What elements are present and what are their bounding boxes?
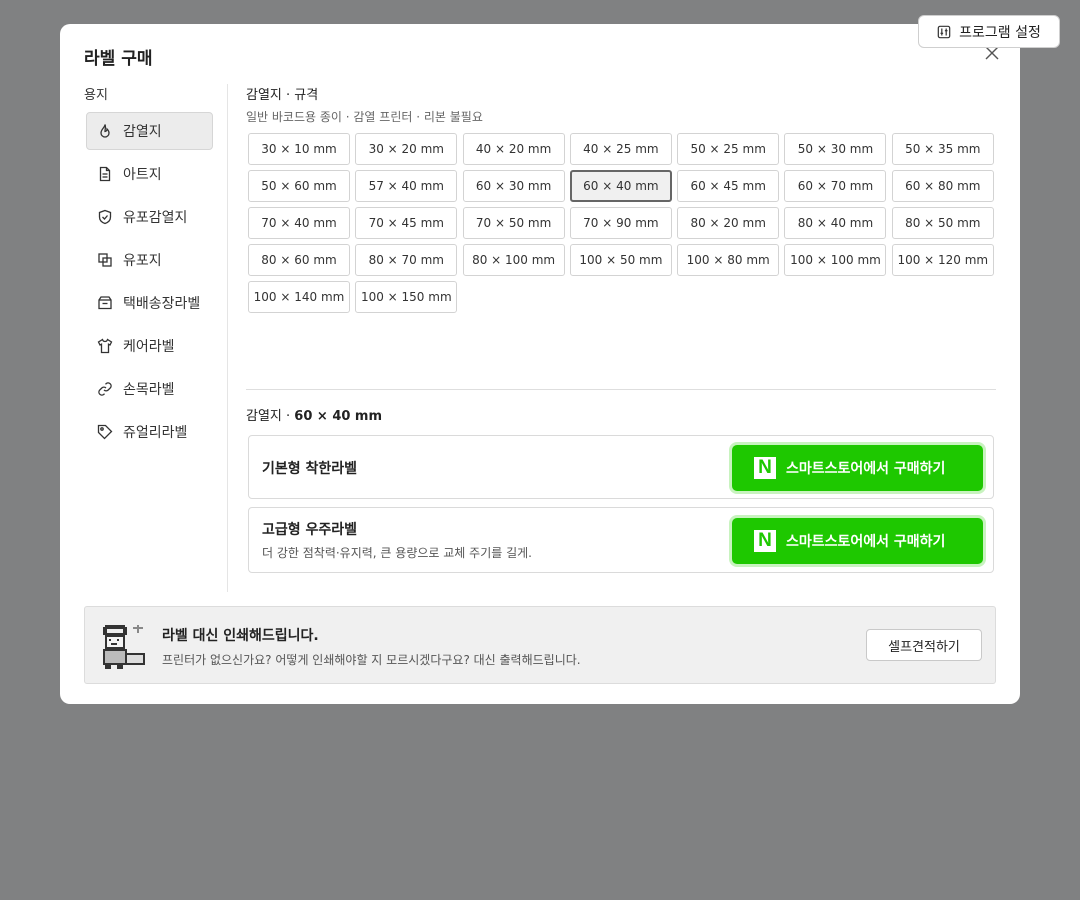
- buy-button-label: 스마트스토어에서 구매하기: [786, 534, 946, 550]
- paper-type-sidebar: 용지 감열지 아트지 유포감열지 유포지 택배송장라벨 케어라벨 손목라벨 쥬얼…: [84, 84, 228, 592]
- product-card-basic: 기본형 착한라벨 N 스마트스토어에서 구매하기: [248, 435, 994, 499]
- sidebar-item-jewelry-label[interactable]: 쥬얼리라벨: [86, 413, 213, 451]
- size-option-button[interactable]: 100 × 150 mm: [355, 281, 458, 313]
- size-option-button[interactable]: 60 × 80 mm: [891, 170, 994, 202]
- sidebar-heading: 용지: [84, 88, 108, 103]
- main-content: 감열지 · 규격 일반 바코드용 종이 · 감열 프린터 · 리본 불필요 30…: [246, 84, 996, 573]
- size-option-button[interactable]: 50 × 35 mm: [891, 133, 994, 165]
- shield-icon: [98, 209, 112, 225]
- naver-logo-icon: N: [754, 530, 776, 552]
- sidebar-item-label: 아트지: [123, 167, 162, 183]
- size-option-button[interactable]: 70 × 40 mm: [248, 207, 350, 239]
- size-option-button[interactable]: 50 × 25 mm: [677, 133, 780, 165]
- size-option-button[interactable]: 60 × 30 mm: [462, 170, 565, 202]
- size-option-button[interactable]: 100 × 100 mm: [784, 244, 887, 276]
- size-option-button[interactable]: 100 × 80 mm: [677, 244, 780, 276]
- size-option-button[interactable]: 40 × 20 mm: [462, 133, 565, 165]
- smartstore-buy-button[interactable]: N 스마트스토어에서 구매하기: [732, 445, 983, 491]
- print-service-description: 프린터가 없으신가요? 어떻게 인쇄해야할 지 모르시겠다구요? 대신 출력해드…: [162, 653, 581, 667]
- sidebar-item-label: 유포지: [123, 253, 162, 269]
- smartstore-buy-button[interactable]: N 스마트스토어에서 구매하기: [732, 518, 983, 564]
- label-purchase-modal: 라벨 구매 용지 감열지 아트지 유포감열지 유포지 택배송장라벨 케어라벨 손…: [60, 24, 1020, 704]
- sidebar-item-art-paper[interactable]: 아트지: [86, 155, 213, 193]
- sidebar-item-yupo-thermal[interactable]: 유포감열지: [86, 198, 213, 236]
- selection-paper-prefix: 감열지 ·: [246, 409, 295, 424]
- specs-title: 감열지 · 규격: [246, 88, 319, 103]
- divider: [246, 389, 996, 390]
- printer-mascot-icon: [103, 625, 145, 669]
- program-settings-button[interactable]: 프로그램 설정: [918, 15, 1060, 48]
- selection-title: 감열지 · 60 × 40 mm: [246, 405, 382, 424]
- print-service-banner: 라벨 대신 인쇄해드립니다. 프린터가 없으신가요? 어떻게 인쇄해야할 지 모…: [84, 606, 996, 684]
- sidebar-item-thermal[interactable]: 감열지: [86, 112, 213, 150]
- size-option-button[interactable]: 80 × 40 mm: [784, 207, 887, 239]
- tag-icon: [97, 424, 113, 440]
- link-icon: [98, 382, 112, 396]
- modal-title: 라벨 구매: [84, 49, 153, 69]
- size-option-button[interactable]: 57 × 40 mm: [355, 170, 458, 202]
- sidebar-item-label: 케어라벨: [123, 339, 175, 355]
- size-option-button[interactable]: 100 × 120 mm: [891, 244, 994, 276]
- self-quote-button[interactable]: 셀프견적하기: [866, 629, 982, 661]
- size-option-button[interactable]: 50 × 30 mm: [784, 133, 887, 165]
- box-icon: [98, 296, 112, 310]
- size-option-button[interactable]: 80 × 100 mm: [462, 244, 565, 276]
- size-option-button[interactable]: 100 × 50 mm: [569, 244, 672, 276]
- size-option-button[interactable]: 80 × 50 mm: [891, 207, 994, 239]
- size-option-button[interactable]: 40 × 25 mm: [569, 133, 672, 165]
- sidebar-item-label: 손목라벨: [123, 382, 175, 398]
- naver-logo-icon: N: [754, 457, 776, 479]
- product-name: 고급형 우주라벨: [262, 522, 358, 538]
- sidebar-item-label: 택배송장라벨: [123, 296, 201, 312]
- shirt-icon: [97, 338, 113, 354]
- size-option-button[interactable]: 60 × 70 mm: [784, 170, 887, 202]
- sidebar-item-care-label[interactable]: 케어라벨: [86, 327, 213, 365]
- flame-icon: [100, 124, 110, 138]
- specs-subtitle: 일반 바코드용 종이 · 감열 프린터 · 리본 불필요: [246, 110, 483, 124]
- size-option-button[interactable]: 80 × 60 mm: [248, 244, 350, 276]
- selection-size: 60 × 40 mm: [294, 409, 383, 424]
- sidebar-item-shipping-label[interactable]: 택배송장라벨: [86, 284, 213, 322]
- document-icon: [99, 166, 111, 182]
- product-card-premium: 고급형 우주라벨 더 강한 점착력·유지력, 큰 용량으로 교체 주기를 길게.…: [248, 507, 994, 573]
- product-name: 기본형 착한라벨: [262, 461, 358, 477]
- size-option-button[interactable]: 60 × 45 mm: [677, 170, 780, 202]
- settings-sliders-icon: [937, 25, 951, 38]
- size-option-button[interactable]: 80 × 70 mm: [355, 244, 458, 276]
- size-option-button[interactable]: 30 × 20 mm: [355, 133, 458, 165]
- size-option-button[interactable]: 70 × 90 mm: [569, 207, 672, 239]
- size-option-button[interactable]: 100 × 140 mm: [248, 281, 350, 313]
- sidebar-item-yupo[interactable]: 유포지: [86, 241, 213, 279]
- size-option-button[interactable]: 70 × 45 mm: [355, 207, 458, 239]
- layers-icon: [98, 253, 112, 267]
- buy-button-label: 스마트스토어에서 구매하기: [786, 461, 946, 477]
- size-option-button[interactable]: 70 × 50 mm: [462, 207, 565, 239]
- product-description: 더 강한 점착력·유지력, 큰 용량으로 교체 주기를 길게.: [262, 546, 532, 560]
- size-grid: 30 × 10 mm 30 × 20 mm 40 × 20 mm 40 × 25 mm…: [248, 133, 996, 313]
- sidebar-item-label: 쥬얼리라벨: [123, 425, 188, 441]
- size-option-button[interactable]: 30 × 10 mm: [248, 133, 350, 165]
- size-option-button[interactable]: 80 × 20 mm: [677, 207, 780, 239]
- close-icon: [985, 46, 999, 60]
- size-option-button[interactable]: 60 × 40 mm: [569, 170, 672, 202]
- sidebar-item-wristband[interactable]: 손목라벨: [86, 370, 213, 408]
- size-option-button[interactable]: 50 × 60 mm: [248, 170, 350, 202]
- sidebar-item-label: 유포감열지: [123, 210, 188, 226]
- sidebar-item-label: 감열지: [123, 124, 162, 140]
- program-settings-label: 프로그램 설정: [959, 24, 1041, 41]
- print-service-title: 라벨 대신 인쇄해드립니다.: [162, 628, 319, 644]
